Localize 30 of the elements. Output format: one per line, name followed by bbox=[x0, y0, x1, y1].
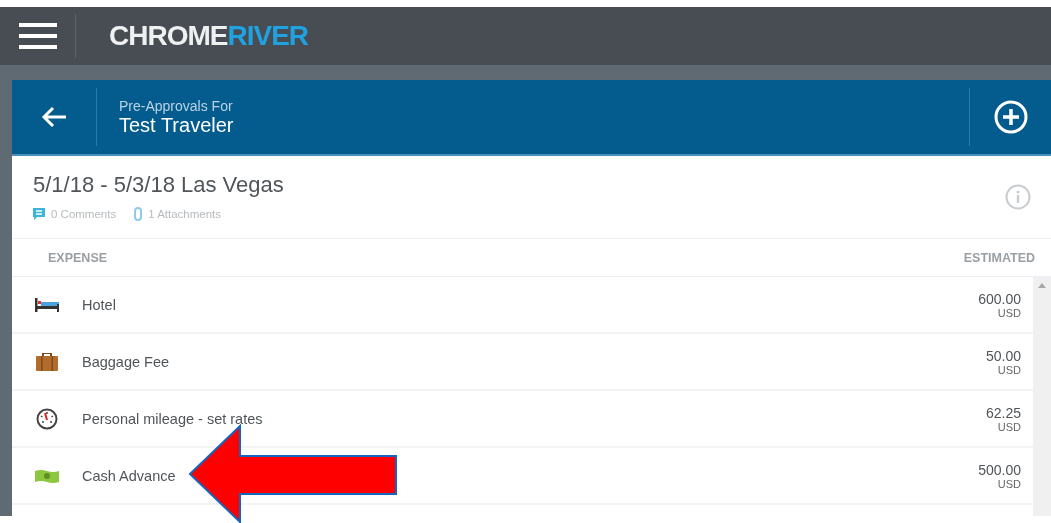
suitcase-icon bbox=[36, 352, 58, 371]
back-arrow-icon[interactable] bbox=[40, 105, 68, 129]
cash-icon bbox=[35, 468, 59, 483]
bed-icon bbox=[35, 297, 59, 312]
add-icon[interactable] bbox=[993, 100, 1028, 134]
currency-label: USD bbox=[996, 477, 1021, 490]
expense-name: Hotel bbox=[82, 296, 117, 313]
expense-amount: 600.00 bbox=[978, 290, 1021, 307]
currency-label: USD bbox=[996, 420, 1021, 433]
expense-name: Personal mileage - set rates bbox=[82, 410, 264, 427]
paperclip-icon bbox=[134, 207, 143, 221]
menu-icon[interactable] bbox=[18, 23, 57, 49]
logo: CHROMERIVER bbox=[109, 20, 309, 52]
currency-label: USD bbox=[996, 363, 1021, 376]
expense-name: Cash Advance bbox=[82, 467, 177, 484]
report-title: 5/1/18 - 5/3/18 Las Vegas bbox=[33, 172, 284, 198]
expense-amount: 62.25 bbox=[985, 404, 1021, 421]
column-header: ESTIMATED bbox=[963, 250, 1035, 265]
header-subtitle: Pre-Approvals For bbox=[119, 97, 234, 114]
scrollbar[interactable] bbox=[1033, 277, 1051, 516]
expense-name: Baggage Fee bbox=[82, 353, 171, 370]
expense-row[interactable]: Baggage Fee 50.00 USD bbox=[12, 334, 1033, 391]
speedometer-icon bbox=[36, 407, 58, 430]
currency-label: USD bbox=[996, 306, 1021, 319]
expense-amount: 500.00 bbox=[978, 461, 1021, 478]
comment-icon bbox=[33, 207, 45, 221]
expense-row[interactable]: Hotel 600.00 USD bbox=[12, 277, 1033, 334]
header-title: Test Traveler bbox=[119, 113, 235, 137]
expense-amount: 50.00 bbox=[985, 347, 1021, 364]
column-header: EXPENSE bbox=[48, 250, 108, 265]
